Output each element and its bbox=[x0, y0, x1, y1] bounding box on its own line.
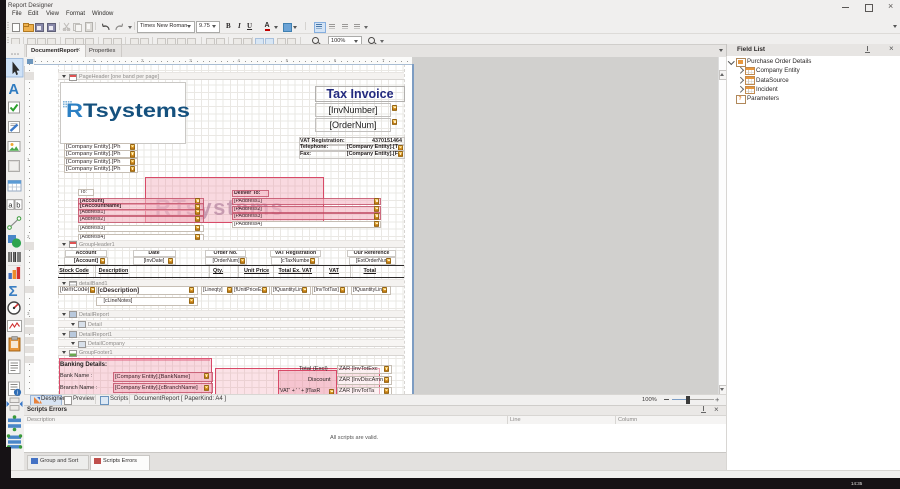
svg-text:Σ: Σ bbox=[9, 283, 18, 300]
svg-text:A: A bbox=[9, 82, 20, 98]
svg-text:b: b bbox=[16, 201, 20, 210]
